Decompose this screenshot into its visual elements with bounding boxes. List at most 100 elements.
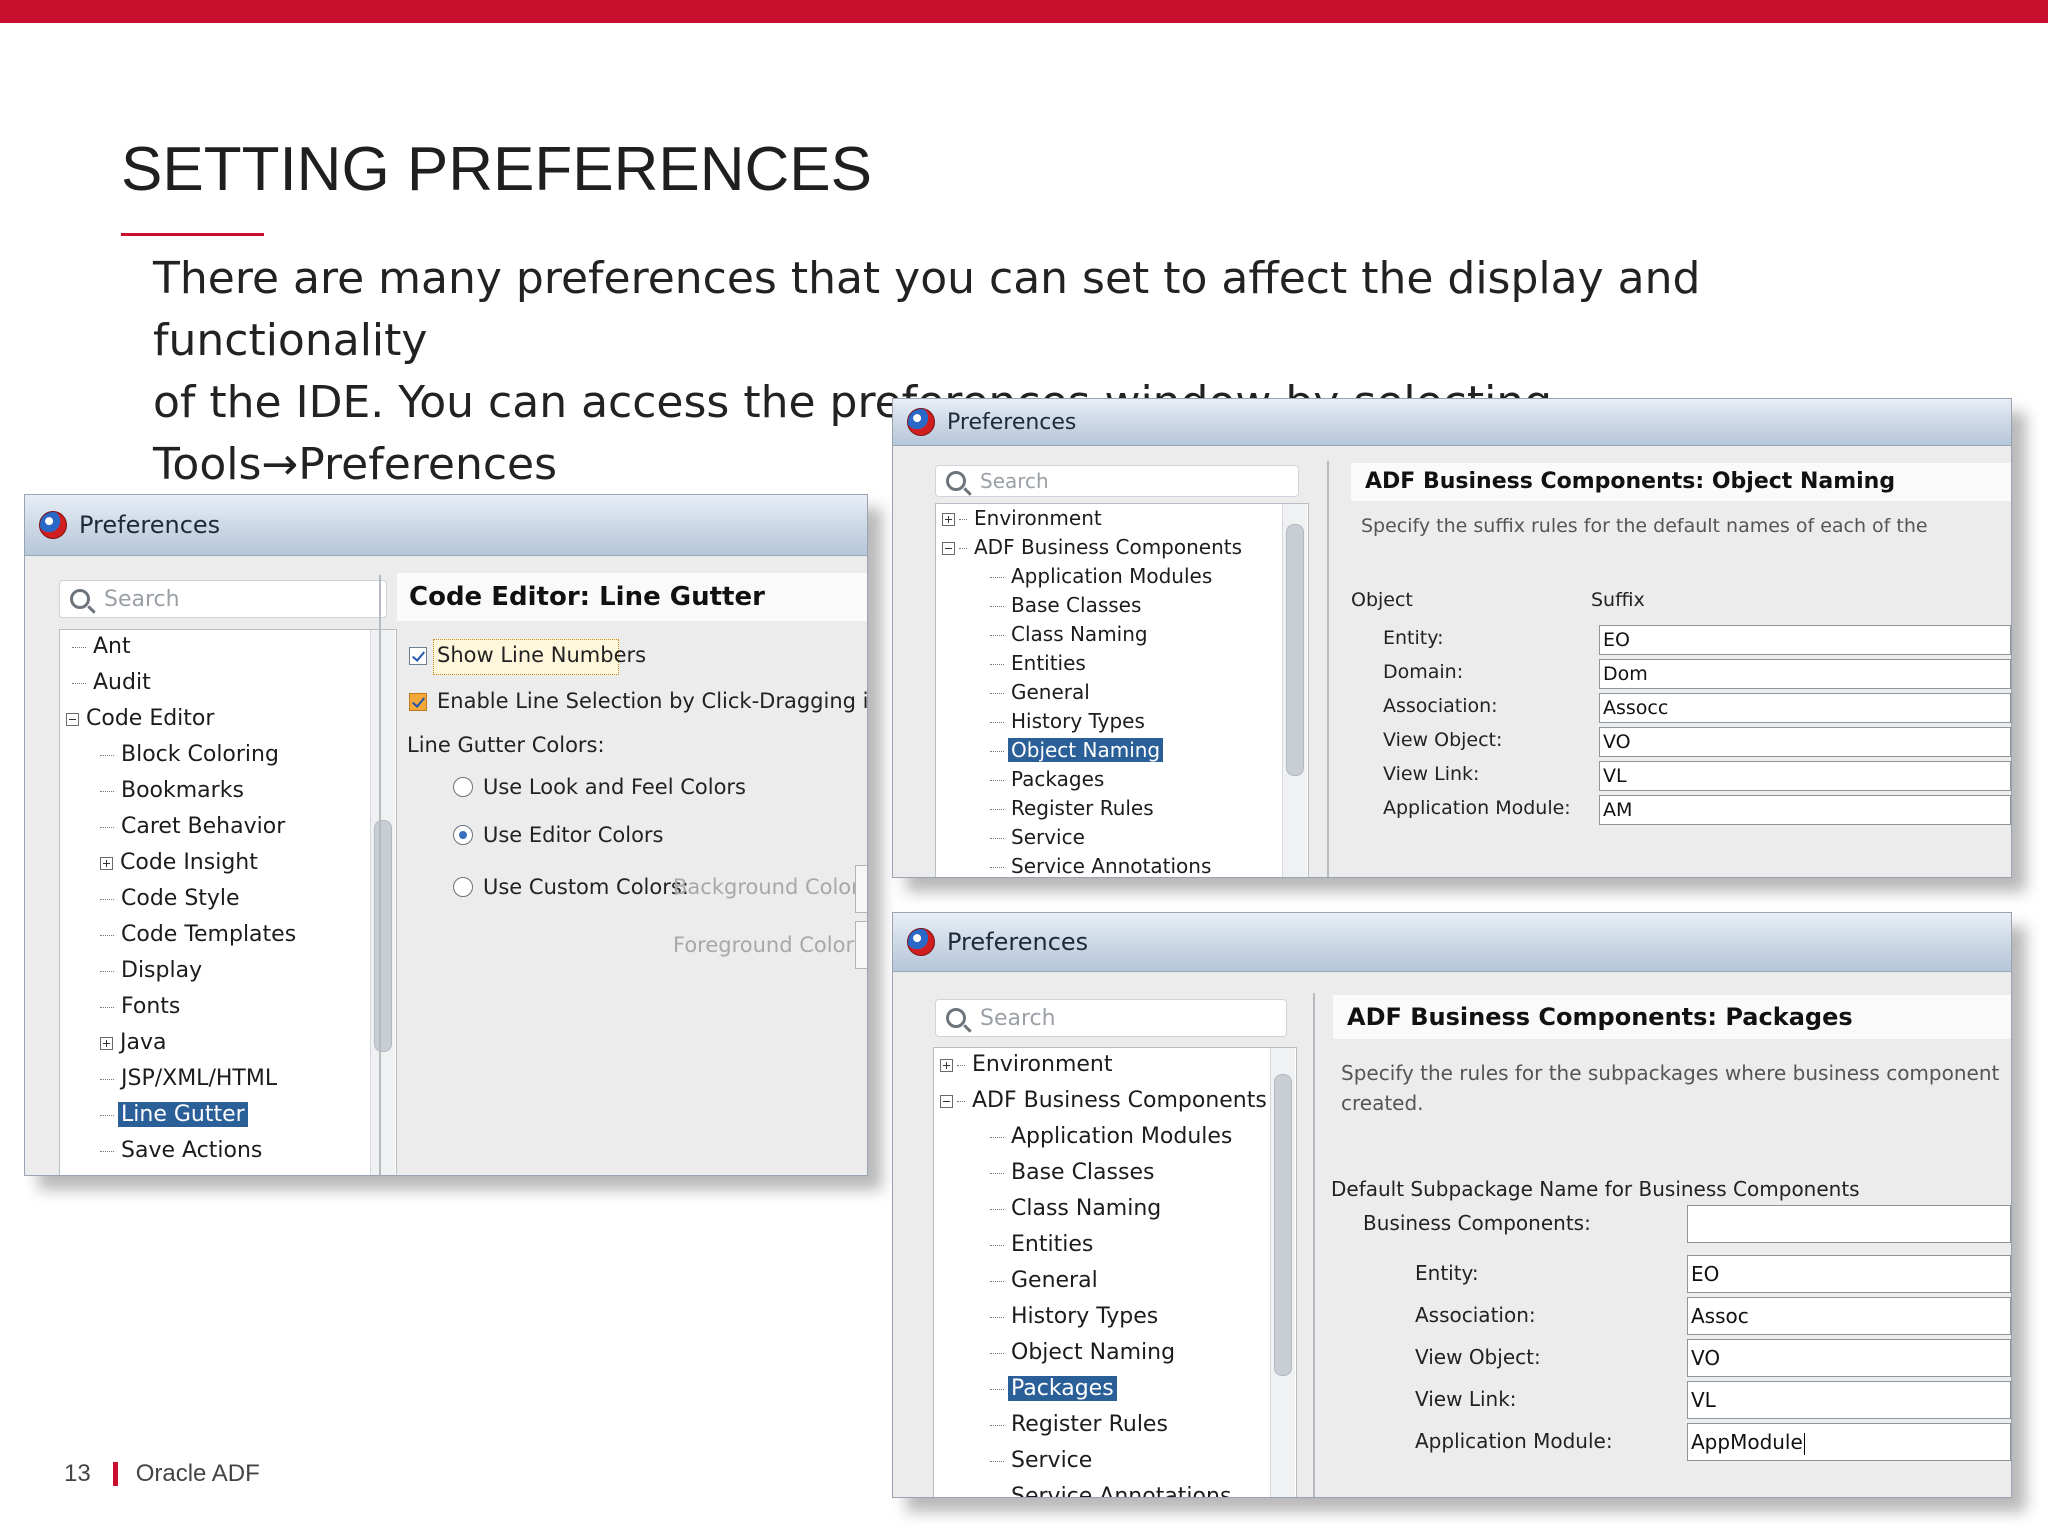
entity-package-input[interactable]: EO [1687, 1255, 2011, 1293]
tree-item-environment[interactable]: Environment [942, 506, 1105, 530]
tree-item-code-style[interactable]: Code Style [100, 886, 243, 911]
tree-item-register-rules[interactable]: Register Rules [990, 796, 1157, 820]
footer-divider [112, 1462, 118, 1486]
collapse-icon[interactable] [940, 1094, 953, 1108]
tree-item-base-classes[interactable]: Base Classes [990, 593, 1144, 617]
application-module-value: AppModule [1691, 1430, 1803, 1454]
tree-item-entities[interactable]: Entities [990, 651, 1089, 675]
tree-item-object-naming[interactable]: Object Naming [990, 1340, 1178, 1365]
application-module-suffix-input[interactable]: AM [1599, 795, 2011, 825]
scrollbar-thumb[interactable] [1286, 524, 1304, 776]
tree-item-history-types[interactable]: History Types [990, 1304, 1161, 1329]
tree-item-packages[interactable]: Packages [990, 1376, 1117, 1401]
application-module-package-input[interactable]: AppModule [1687, 1423, 2011, 1461]
tree-scrollbar[interactable] [1270, 1048, 1295, 1497]
custom-colors-label: Use Custom Colors: [483, 875, 689, 899]
tree-item-block-coloring[interactable]: Block Coloring [100, 742, 282, 767]
window-title: Preferences [947, 409, 1077, 435]
enable-line-selection-label: Enable Line Selection by Click-Dragging … [437, 689, 868, 713]
view-link-label: View Link: [1383, 763, 1480, 785]
view-object-package-input[interactable]: VO [1687, 1339, 2011, 1377]
jdeveloper-icon [39, 511, 67, 539]
foreground-color-swatch[interactable] [855, 921, 867, 969]
scrollbar-thumb[interactable] [1274, 1074, 1292, 1376]
expand-icon[interactable] [942, 513, 955, 526]
look-feel-colors-radio[interactable] [453, 777, 473, 797]
tree-item-bookmarks[interactable]: Bookmarks [100, 778, 247, 803]
tree-item-packages[interactable]: Packages [990, 767, 1107, 791]
search-input[interactable]: Search [935, 999, 1287, 1037]
gutter-colors-label: Line Gutter Colors: [407, 733, 605, 757]
show-line-numbers-checkbox[interactable] [409, 647, 427, 665]
intro-line-1: There are many preferences that you can … [153, 253, 1701, 366]
tree-item-service[interactable]: Service [990, 1448, 1095, 1473]
footer-label: Oracle ADF [135, 1460, 260, 1487]
view-link-suffix-input[interactable]: VL [1599, 761, 2011, 791]
tree-item-adf-business-components[interactable]: ADF Business Components [940, 1088, 1270, 1113]
view-link-label: View Link: [1415, 1387, 1517, 1411]
tree-item-service-annotations[interactable]: Service Annotations [990, 1484, 1234, 1497]
tree-item-application-modules[interactable]: Application Modules [990, 1124, 1235, 1149]
tree-item-base-classes[interactable]: Base Classes [990, 1160, 1157, 1185]
background-color-swatch[interactable] [855, 865, 867, 913]
tree-item-line-gutter[interactable]: Line Gutter [100, 1102, 248, 1127]
tree-item-caret-behavior[interactable]: Caret Behavior [100, 814, 288, 839]
tree-item-class-naming[interactable]: Class Naming [990, 622, 1151, 646]
association-label: Association: [1383, 695, 1498, 717]
window-titlebar: Preferences [893, 913, 2011, 972]
tree-item-object-naming[interactable]: Object Naming [990, 738, 1164, 762]
search-input[interactable]: Search [59, 580, 387, 618]
tree-item-history-types[interactable]: History Types [990, 709, 1148, 733]
tree-item-code-insight[interactable]: Code Insight [100, 850, 261, 875]
tree-item-save-actions[interactable]: Save Actions [100, 1138, 265, 1163]
tree-item-jsp-xml-html[interactable]: JSP/XML/HTML [100, 1066, 280, 1091]
tree-item-application-modules[interactable]: Application Modules [990, 564, 1215, 588]
expand-icon[interactable] [100, 1036, 113, 1050]
view-object-suffix-input[interactable]: VO [1599, 727, 2011, 757]
slide-footer: 13 Oracle ADF [64, 1460, 260, 1488]
scrollbar-thumb[interactable] [374, 820, 392, 1052]
tree-item-audit[interactable]: Audit [72, 670, 154, 695]
title-underline [121, 233, 264, 236]
tree-scrollbar[interactable] [1282, 504, 1307, 877]
application-module-label: Application Module: [1415, 1429, 1613, 1453]
tree-item-service[interactable]: Service [990, 825, 1088, 849]
search-icon [70, 589, 90, 609]
domain-suffix-input[interactable]: Dom [1599, 659, 2011, 689]
tree-scrollbar[interactable] [370, 630, 395, 1175]
business-components-input[interactable] [1687, 1205, 2011, 1243]
entity-label: Entity: [1415, 1261, 1479, 1285]
editor-colors-radio[interactable] [453, 825, 473, 845]
search-input[interactable]: Search [935, 465, 1299, 497]
tree-item-class-naming[interactable]: Class Naming [990, 1196, 1164, 1221]
text-cursor [1803, 1432, 1805, 1455]
tree-item-general[interactable]: General [990, 1268, 1101, 1293]
entity-suffix-input[interactable]: EO [1599, 625, 2011, 655]
expand-icon[interactable] [100, 856, 113, 870]
tree-item-display[interactable]: Display [100, 958, 205, 983]
association-package-input[interactable]: Assoc [1687, 1297, 2011, 1335]
search-placeholder: Search [980, 1005, 1056, 1031]
tree-item-ant[interactable]: Ant [72, 634, 134, 659]
tree-item-general[interactable]: General [990, 680, 1093, 704]
entity-label: Entity: [1383, 627, 1444, 649]
association-suffix-input[interactable]: Assocc [1599, 693, 2011, 723]
expand-icon[interactable] [940, 1058, 953, 1072]
tree-item-code-templates[interactable]: Code Templates [100, 922, 299, 947]
collapse-icon[interactable] [942, 542, 955, 555]
collapse-icon[interactable] [66, 712, 79, 726]
tree-item-code-editor[interactable]: Code Editor [66, 706, 217, 731]
tree-item-entities[interactable]: Entities [990, 1232, 1096, 1257]
tree-item-adf-business-components[interactable]: ADF Business Components [942, 535, 1245, 559]
tree-item-java[interactable]: Java [100, 1030, 169, 1055]
jdeveloper-icon [907, 928, 935, 956]
tree-item-service-annotations[interactable]: Service Annotations [990, 854, 1214, 877]
enable-line-selection-checkbox[interactable] [409, 693, 427, 711]
custom-colors-radio[interactable] [453, 877, 473, 897]
tree-item-register-rules[interactable]: Register Rules [990, 1412, 1171, 1437]
tree-item-environment[interactable]: Environment [940, 1052, 1115, 1077]
tree-item-fonts[interactable]: Fonts [100, 994, 183, 1019]
look-feel-colors-label: Use Look and Feel Colors [483, 775, 747, 799]
view-link-package-input[interactable]: VL [1687, 1381, 2011, 1419]
search-placeholder: Search [980, 469, 1049, 493]
